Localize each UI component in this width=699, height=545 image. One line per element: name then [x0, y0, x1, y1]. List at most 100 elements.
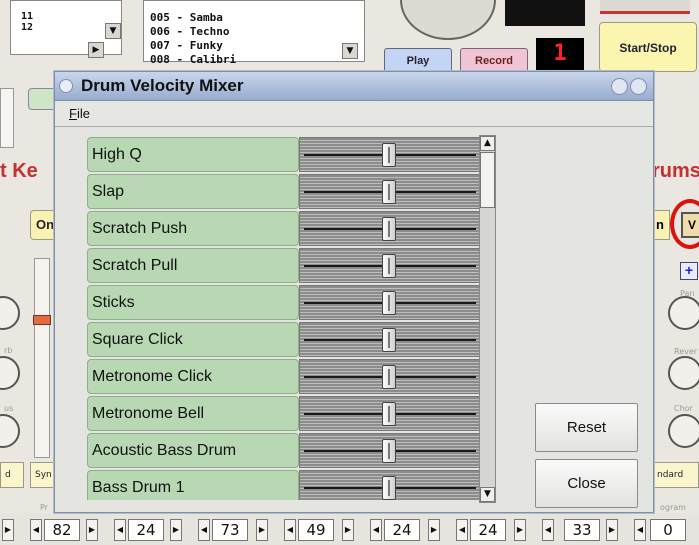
reverb-knob-icon[interactable] [668, 356, 699, 390]
spin-value[interactable]: 24 [384, 519, 420, 541]
close-button[interactable]: Close [535, 459, 638, 508]
arrow-right-icon[interactable]: ▶ [86, 519, 98, 541]
spin-value[interactable]: 49 [298, 519, 334, 541]
instrument-label: Acoustic Bass Drum [87, 433, 299, 468]
arrow-right-icon[interactable]: ▶ [514, 519, 526, 541]
arrow-left-icon[interactable]: ◀ [284, 519, 296, 541]
velocity-slider[interactable] [299, 137, 481, 172]
bottom-spinner-bar: ▶ ◀ 82 ▶ ◀ 24 ▶ ◀ 73 ▶ ◀ 49 ▶ ◀ 24 ▶ ◀ 2… [0, 513, 699, 545]
section-header-right: rums [652, 160, 699, 182]
slider-thumb[interactable] [382, 217, 396, 241]
drum-velocity-mixer-dialog: Drum Velocity Mixer File High Q Slap Scr… [54, 71, 654, 513]
spin-value[interactable]: 33 [564, 519, 600, 541]
chorus-knob-icon[interactable] [668, 414, 699, 448]
velocity-slider[interactable] [299, 248, 481, 283]
arrow-left-icon[interactable]: ◀ [456, 519, 468, 541]
velocity-slider[interactable] [299, 470, 481, 500]
standard-select[interactable]: ndard [652, 462, 699, 488]
arrow-right-icon[interactable]: ▶ [428, 519, 440, 541]
reset-button[interactable]: Reset [535, 403, 638, 452]
dropdown-arrow-icon[interactable]: ▼ [342, 43, 358, 59]
arrow-left-icon[interactable]: ◀ [198, 519, 210, 541]
spin-value[interactable]: 82 [44, 519, 80, 541]
volume-slider[interactable] [33, 258, 51, 458]
slider-thumb[interactable] [382, 180, 396, 204]
kit-select[interactable]: d [0, 462, 24, 488]
arrow-left-icon[interactable]: ◀ [542, 519, 554, 541]
slider-thumb[interactable] [382, 402, 396, 426]
tempo-dial[interactable] [400, 0, 496, 40]
spin-value[interactable]: 0 [650, 519, 686, 541]
knob-label: rb [4, 346, 13, 355]
menu-file[interactable]: File [69, 106, 90, 121]
track-list-item[interactable]: 12 [21, 22, 33, 33]
window-menu-icon[interactable] [59, 79, 73, 93]
instrument-label: Slap [87, 174, 299, 209]
velocity-slider[interactable] [299, 322, 481, 357]
arrow-right-icon[interactable]: ▶ [342, 519, 354, 541]
knob-label: Chor [674, 404, 693, 413]
menu-file-label: ile [76, 106, 90, 121]
pattern-item[interactable]: 005 - Samba [150, 11, 236, 25]
slider-thumb[interactable] [33, 315, 51, 325]
maximize-icon[interactable] [630, 78, 647, 95]
scroll-up-icon[interactable]: ▲ [480, 136, 495, 151]
arrow-right-icon[interactable]: ▶ [2, 519, 14, 541]
slider-thumb[interactable] [382, 291, 396, 315]
scrollbar-thumb[interactable] [480, 152, 495, 208]
knob-icon[interactable] [0, 356, 20, 390]
dialog-title: Drum Velocity Mixer [81, 76, 244, 95]
instrument-row: High Q [87, 136, 481, 173]
knob-icon[interactable] [0, 296, 20, 330]
vertical-scrollbar[interactable]: ▲ ▼ [479, 135, 496, 503]
synth-select[interactable]: Syn [30, 462, 54, 488]
slider-thumb[interactable] [382, 143, 396, 167]
arrow-right-icon[interactable]: ▶ [170, 519, 182, 541]
knob-label: Rever [674, 347, 698, 356]
lcd-display [505, 0, 585, 26]
dialog-titlebar[interactable]: Drum Velocity Mixer [55, 72, 653, 101]
dropdown-arrow-icon[interactable]: ▼ [105, 23, 121, 39]
arrow-left-icon[interactable]: ◀ [30, 519, 42, 541]
velocity-slider[interactable] [299, 396, 481, 431]
add-button[interactable]: + [680, 262, 698, 280]
spin-value[interactable]: 73 [212, 519, 248, 541]
slider-thumb[interactable] [382, 365, 396, 389]
arrow-left-icon[interactable]: ◀ [634, 519, 646, 541]
velocity-slider[interactable] [299, 433, 481, 468]
slider-thumb[interactable] [382, 476, 396, 500]
start-stop-button[interactable]: Start/Stop [599, 22, 697, 72]
instrument-label: High Q [87, 137, 299, 172]
arrow-left-icon[interactable]: ◀ [370, 519, 382, 541]
instrument-label: Metronome Click [87, 359, 299, 394]
scroll-down-icon[interactable]: ▼ [480, 487, 495, 502]
arrow-right-icon[interactable]: ▶ [606, 519, 618, 541]
pan-knob-icon[interactable] [668, 296, 699, 330]
instrument-row: Scratch Pull [87, 247, 481, 284]
pattern-item[interactable]: 007 - Funky [150, 39, 236, 53]
track-list: 11 12 [21, 11, 33, 33]
section-header-left: t Ke [0, 160, 38, 182]
spin-value[interactable]: 24 [128, 519, 164, 541]
spin-value[interactable]: 24 [470, 519, 506, 541]
arrow-left-icon[interactable]: ◀ [114, 519, 126, 541]
velocity-slider[interactable] [299, 211, 481, 246]
velocity-slider[interactable] [299, 174, 481, 209]
velocity-slider[interactable] [299, 285, 481, 320]
track-list-box[interactable]: 11 12 ▼ [10, 0, 122, 55]
instrument-row: Slap [87, 173, 481, 210]
instrument-label: Metronome Bell [87, 396, 299, 431]
arrow-right-icon[interactable]: ▶ [256, 519, 268, 541]
velocity-slider[interactable] [299, 359, 481, 394]
slider-thumb[interactable] [382, 439, 396, 463]
instrument-label: Bass Drum 1 [87, 470, 299, 500]
pattern-list[interactable]: 005 - Samba 006 - Techno 007 - Funky 008… [143, 0, 365, 66]
track-list-item[interactable]: 11 [21, 11, 33, 22]
pattern-item[interactable]: 008 - Calibri [150, 53, 236, 67]
knob-icon[interactable] [0, 414, 20, 448]
minimize-icon[interactable] [611, 78, 628, 95]
slider-thumb[interactable] [382, 254, 396, 278]
scroll-right-icon[interactable]: ▶ [88, 42, 104, 58]
pattern-item[interactable]: 006 - Techno [150, 25, 236, 39]
slider-thumb[interactable] [382, 328, 396, 352]
